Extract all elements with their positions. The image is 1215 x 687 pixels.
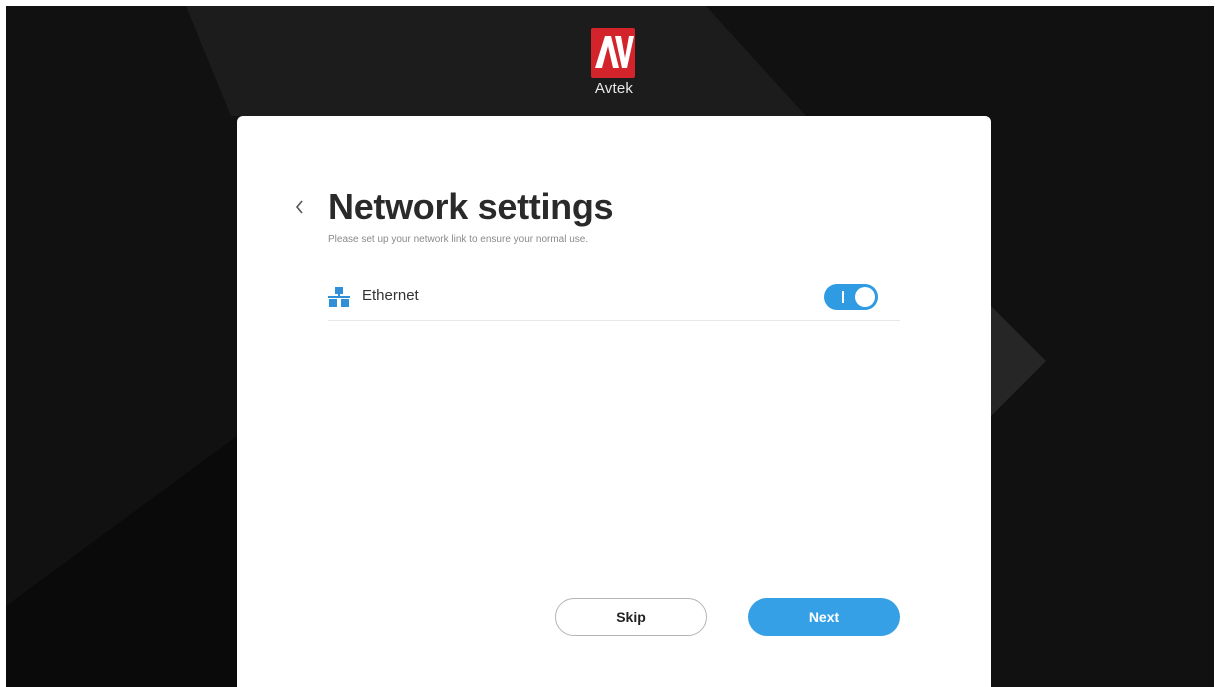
- toggle-knob: [855, 287, 875, 307]
- back-button[interactable]: [289, 194, 309, 220]
- page-title: Network settings: [328, 186, 614, 227]
- page-subtitle: Please set up your network link to ensur…: [328, 234, 589, 245]
- network-item-ethernet: Ethernet: [328, 282, 900, 321]
- brand-logo: Avtek: [586, 28, 646, 108]
- brand-name: Avtek: [594, 80, 634, 97]
- avtek-logo-mark: [591, 28, 635, 78]
- ethernet-label: Ethernet: [362, 287, 419, 304]
- ethernet-icon: [328, 287, 350, 307]
- ethernet-toggle[interactable]: [824, 284, 878, 310]
- chevron-left-icon: [295, 200, 303, 214]
- toggle-on-indicator: [842, 291, 844, 303]
- setup-screen: Avtek Network settings Please set up you…: [6, 6, 1214, 687]
- next-button[interactable]: Next: [748, 598, 900, 636]
- setup-card: Network settings Please set up your netw…: [237, 116, 991, 687]
- skip-button[interactable]: Skip: [555, 598, 707, 636]
